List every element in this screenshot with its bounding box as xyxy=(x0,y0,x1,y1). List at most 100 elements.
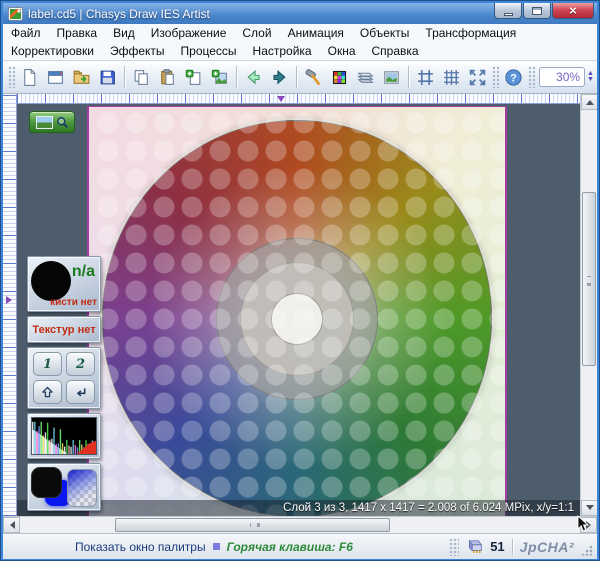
preset-1-button[interactable]: 1 xyxy=(33,352,62,376)
new-window-icon xyxy=(46,68,65,87)
title-bar[interactable]: label.cd5 | Chasys Draw IES Artist × xyxy=(3,3,597,24)
save-button[interactable] xyxy=(95,65,120,90)
undo-button[interactable] xyxy=(241,65,266,90)
zoom-level-input[interactable]: 30% xyxy=(539,67,585,87)
grid-icon xyxy=(442,68,461,87)
brush-value: n/a xyxy=(72,263,95,281)
histogram-image xyxy=(31,417,97,455)
memory-chip-icon xyxy=(466,539,483,554)
redo-button[interactable] xyxy=(267,65,292,90)
up-arrow-icon xyxy=(586,96,594,105)
menu-item-adjustments[interactable]: Корректировки xyxy=(11,44,94,58)
texture-panel[interactable]: Текстур нет xyxy=(27,316,101,343)
maximize-button[interactable] xyxy=(523,3,551,19)
menu-item-view[interactable]: Вид xyxy=(113,26,135,40)
maximize-icon xyxy=(532,7,542,15)
scroll-down-button[interactable] xyxy=(581,500,597,516)
toolbar-separator xyxy=(408,66,409,88)
scroll-left-button[interactable] xyxy=(3,517,20,533)
app-window: label.cd5 | Chasys Draw IES Artist × Фай… xyxy=(0,0,600,561)
ruler-marker-horizontal xyxy=(277,96,285,106)
status-message: Показать окно палитры xyxy=(75,540,206,554)
zoom-spinner[interactable]: ▲▼ xyxy=(587,71,594,83)
enter-button[interactable] xyxy=(66,380,95,404)
add-page-layer-button[interactable] xyxy=(181,65,206,90)
menu-item-layer[interactable]: Слой xyxy=(242,26,271,40)
tools-hammer-icon xyxy=(304,68,323,87)
minimize-button[interactable] xyxy=(494,3,522,19)
horizontal-scrollbar-thumb[interactable] xyxy=(115,518,390,532)
vertical-scrollbar-thumb[interactable] xyxy=(582,192,596,366)
new-document-button[interactable] xyxy=(17,65,42,90)
svg-text:?: ? xyxy=(510,72,517,84)
menu-item-file[interactable]: Файл xyxy=(11,26,41,40)
statusbar-separator xyxy=(512,539,513,555)
toolbar-group-0 xyxy=(17,65,120,90)
undo-icon xyxy=(244,68,263,87)
preset-2-button[interactable]: 2 xyxy=(66,352,95,376)
toolbar-group-4 xyxy=(413,65,490,90)
palette-icon xyxy=(330,68,349,87)
add-image-layer-button[interactable] xyxy=(207,65,232,90)
open-file-icon xyxy=(72,68,91,87)
new-window-button[interactable] xyxy=(43,65,68,90)
toolbar-group-5: ? xyxy=(501,65,526,90)
save-icon xyxy=(98,68,117,87)
histogram-panel[interactable] xyxy=(27,413,101,459)
menu-item-effects[interactable]: Эффекты xyxy=(110,44,165,58)
tool-panels: n/a кисти нет Текстур нет 1 2 xyxy=(27,256,101,511)
hotkey-hint: Горячая клавиша: F6 xyxy=(227,540,353,554)
help-button[interactable]: ? xyxy=(501,65,526,90)
toolbar-grip[interactable] xyxy=(492,66,499,88)
menu-item-settings[interactable]: Настройка xyxy=(253,44,312,58)
navigator-button[interactable] xyxy=(29,111,75,133)
toolbar-grip[interactable] xyxy=(528,66,535,88)
menu-row-2: Корректировки Эффекты Процессы Настройка Окн… xyxy=(11,42,589,60)
menu-item-help[interactable]: Справка xyxy=(372,44,419,58)
canvas-image-button[interactable] xyxy=(379,65,404,90)
tools-hammer-button[interactable] xyxy=(301,65,326,90)
fullscreen-button[interactable] xyxy=(465,65,490,90)
menu-item-image[interactable]: Изображение xyxy=(151,26,227,40)
brush-none-label: кисти нет xyxy=(50,297,97,308)
close-button[interactable]: × xyxy=(552,3,594,19)
cd-label-image[interactable] xyxy=(87,106,507,516)
menu-item-transform[interactable]: Трансформация xyxy=(425,26,516,40)
brush-preview-icon xyxy=(31,261,71,301)
palette-button[interactable] xyxy=(327,65,352,90)
brush-panel[interactable]: n/a кисти нет xyxy=(27,256,101,312)
vertical-scrollbar[interactable] xyxy=(580,94,597,516)
menu-item-windows[interactable]: Окна xyxy=(328,44,356,58)
horizontal-scrollbar[interactable] xyxy=(3,516,597,533)
foreground-color-swatch[interactable] xyxy=(31,467,62,498)
ruler-marker-vertical xyxy=(6,296,16,304)
down-arrow-icon xyxy=(586,505,594,514)
layers-button[interactable] xyxy=(353,65,378,90)
toolbar-grip[interactable] xyxy=(8,66,15,88)
engine-logo: JpCHA² xyxy=(520,539,574,555)
canvas-viewport[interactable]: Слой 3 из 3, 1417 x 1417 = 2.008 of 6.02… xyxy=(17,104,580,516)
crop-frame-button[interactable] xyxy=(413,65,438,90)
memory-counter: 51 xyxy=(490,539,504,554)
open-file-button[interactable] xyxy=(69,65,94,90)
grid-button[interactable] xyxy=(439,65,464,90)
toolbar-separator xyxy=(124,66,125,88)
menu-item-objects[interactable]: Объекты xyxy=(360,26,410,40)
new-document-icon xyxy=(20,68,39,87)
scroll-up-button[interactable] xyxy=(581,94,597,110)
paste-button[interactable] xyxy=(155,65,180,90)
minimize-icon xyxy=(504,13,513,16)
layers-icon xyxy=(356,68,375,87)
quick-buttons-panel: 1 2 xyxy=(27,347,101,409)
horizontal-ruler xyxy=(17,94,580,104)
resize-grip[interactable] xyxy=(581,545,592,556)
toolbar-group-2 xyxy=(241,65,292,90)
navigator-thumbnail-icon xyxy=(36,116,53,129)
workspace: Слой 3 из 3, 1417 x 1417 = 2.008 of 6.02… xyxy=(3,94,597,516)
shift-arrow-button[interactable] xyxy=(33,380,62,404)
menu-item-animation[interactable]: Анимация xyxy=(288,26,344,40)
copy-button[interactable] xyxy=(129,65,154,90)
menu-item-processes[interactable]: Процессы xyxy=(181,44,237,58)
menu-item-edit[interactable]: Правка xyxy=(57,26,98,40)
gradient-transparency-swatch[interactable] xyxy=(67,469,97,507)
